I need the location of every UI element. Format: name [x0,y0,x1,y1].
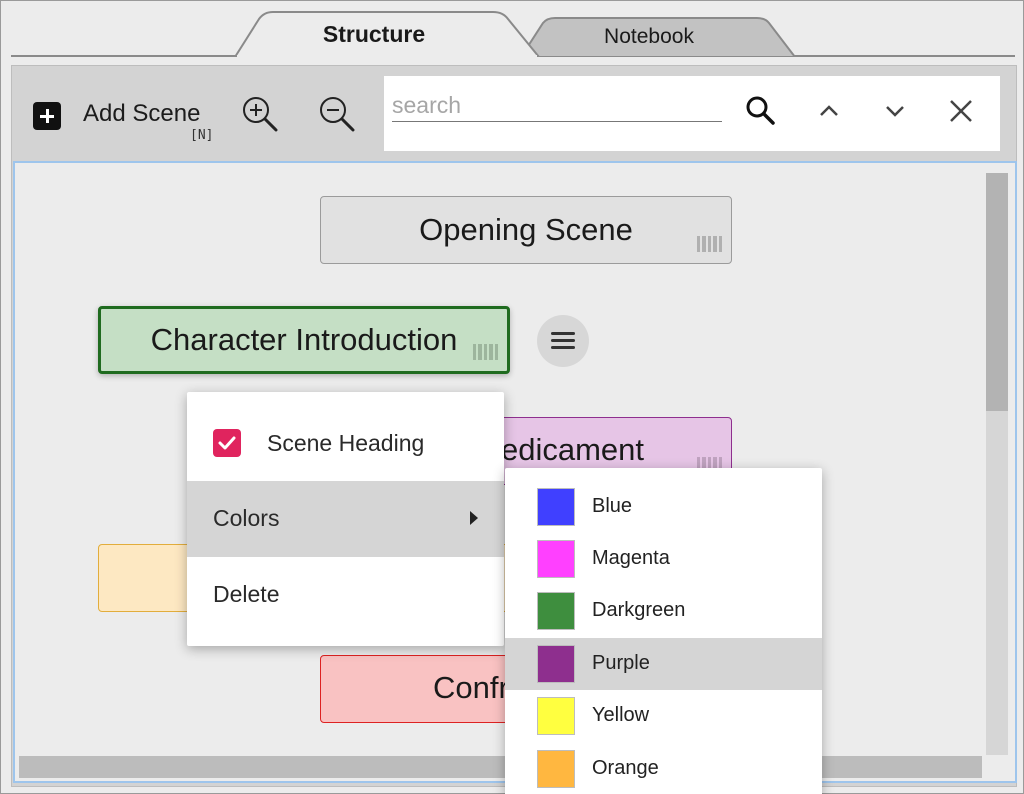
colors-submenu: Blue Magenta Darkgreen Purple Yellow Ora… [505,468,822,794]
tab-notebook-label: Notebook [604,25,694,48]
scene-context-menu: Scene Heading Colors Delete [187,392,504,646]
zoom-in-icon [243,97,278,132]
add-scene-button[interactable]: Add Scene [N] [30,88,230,148]
scene-title: Opening Scene [419,212,633,247]
hamburger-icon [551,332,575,335]
color-label: Magenta [592,547,670,569]
close-icon [950,100,972,122]
vertical-scrollbar[interactable] [986,173,1008,755]
tab-notebook[interactable]: Notebook [519,17,797,57]
tab-structure-label: Structure [322,21,426,47]
color-swatch [537,645,575,683]
scene-card-selected[interactable]: Character Introduction [98,306,510,374]
search-button[interactable] [744,94,778,128]
submenu-arrow-icon [470,511,478,525]
scene-menu-button[interactable] [537,315,589,367]
color-option-darkgreen[interactable]: Darkgreen [505,585,822,637]
scene-title: Character Introduction [150,322,458,357]
search-icon [746,96,775,125]
chevron-down-icon [886,106,904,117]
color-label: Purple [592,652,650,674]
search-previous-button[interactable] [812,94,846,128]
color-option-yellow[interactable]: Yellow [505,690,822,742]
zoom-out-button[interactable] [317,94,357,134]
vertical-scrollbar-thumb[interactable] [986,173,1008,411]
toolbar: Add Scene [N] [12,66,1016,160]
menu-item-delete[interactable]: Delete [187,557,504,633]
drag-handle-icon[interactable] [473,342,499,362]
menu-item-label: Colors [213,505,280,531]
color-swatch [537,540,575,578]
color-option-magenta[interactable]: Magenta [505,533,822,585]
search-input[interactable] [392,90,722,122]
zoom-out-icon [320,97,355,132]
color-label: Darkgreen [592,599,686,621]
menu-item-label: Delete [213,581,280,607]
search-close-button[interactable] [944,94,978,128]
plus-icon [33,102,61,130]
add-scene-shortcut: [N] [190,128,214,143]
hamburger-icon-bar [551,346,575,349]
color-label: Yellow [592,704,650,726]
color-swatch [537,592,575,630]
scene-card[interactable]: Opening Scene [320,196,732,264]
color-swatch [537,697,575,735]
search-bar [384,76,1000,151]
menu-item-scene-heading[interactable]: Scene Heading [187,406,504,482]
color-label: Blue [592,495,633,517]
zoom-in-button[interactable] [240,94,280,134]
menu-item-colors[interactable]: Colors [187,481,504,557]
scene-title: Confr [433,670,509,705]
tab-structure[interactable]: Structure [233,11,543,57]
color-option-purple[interactable]: Purple [505,638,822,690]
menu-item-label: Scene Heading [267,430,425,456]
horizontal-scrollbar[interactable] [19,756,982,778]
add-scene-label: Add Scene [83,100,201,127]
scene-heading-checkbox[interactable] [213,429,241,457]
scene-title: edicament [501,432,645,467]
color-label: Orange [592,757,659,779]
color-option-orange[interactable]: Orange [505,743,822,794]
color-option-blue[interactable]: Blue [505,481,822,533]
color-swatch [537,750,575,788]
drag-handle-icon[interactable] [697,234,723,254]
color-swatch [537,488,575,526]
hamburger-icon-bar [551,339,575,342]
chevron-up-icon [820,105,838,116]
search-next-button[interactable] [878,94,912,128]
check-icon [218,436,236,450]
